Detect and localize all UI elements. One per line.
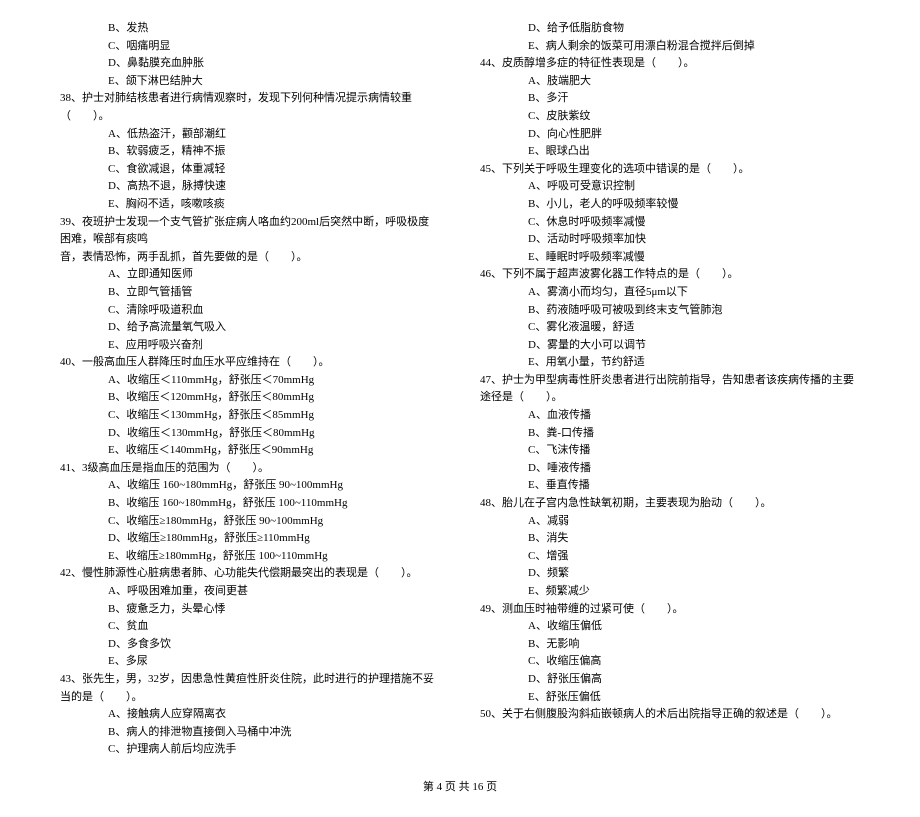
- question-stem: 40、一般高血压人群降压时血压水平应维持在（ ）。: [60, 354, 440, 372]
- option-text: D、舒张压偏高: [480, 671, 860, 689]
- question-stem: 49、测血压时袖带缠的过紧可使（ ）。: [480, 601, 860, 619]
- option-text: A、呼吸可受意识控制: [480, 178, 860, 196]
- option-text: B、无影响: [480, 636, 860, 654]
- option-text: C、收缩压偏高: [480, 653, 860, 671]
- option-text: D、多食多饮: [60, 636, 440, 654]
- option-text: A、接触病人应穿隔离衣: [60, 706, 440, 724]
- option-text: A、低热盗汗，颧部潮红: [60, 126, 440, 144]
- question-stem: 47、护士为甲型病毒性肝炎患者进行出院前指导，告知患者该疾病传播的主要途径是（ …: [480, 372, 860, 407]
- option-text: A、收缩压偏低: [480, 618, 860, 636]
- option-text: C、休息时呼吸频率减慢: [480, 214, 860, 232]
- option-text: C、食欲减退，体重减轻: [60, 161, 440, 179]
- option-text: B、粪-口传播: [480, 425, 860, 443]
- option-text: A、肢端肥大: [480, 73, 860, 91]
- right-column: D、给予低脂肪食物 E、病人剩余的饭菜可用漂白粉混合搅拌后倒掉 44、皮质醇增多…: [480, 20, 860, 759]
- question-stem: 41、3级高血压是指血压的范围为（ ）。: [60, 460, 440, 478]
- option-text: E、频繁减少: [480, 583, 860, 601]
- option-text: D、频繁: [480, 565, 860, 583]
- option-text: D、收缩压＜130mmHg，舒张压＜80mmHg: [60, 425, 440, 443]
- option-text: C、咽痛明显: [60, 38, 440, 56]
- question-stem: 46、下列不属于超声波雾化器工作特点的是（ ）。: [480, 266, 860, 284]
- question-stem: 44、皮质醇增多症的特征性表现是（ ）。: [480, 55, 860, 73]
- two-column-layout: B、发热 C、咽痛明显 D、鼻黏膜充血肿胀 E、颌下淋巴结肿大 38、护士对肺结…: [60, 20, 860, 759]
- option-text: B、软弱疲乏，精神不振: [60, 143, 440, 161]
- option-text: A、呼吸困难加重，夜间更甚: [60, 583, 440, 601]
- option-text: E、垂直传播: [480, 477, 860, 495]
- option-text: C、收缩压≥180mmHg，舒张压 90~100mmHg: [60, 513, 440, 531]
- option-text: A、雾滴小而均匀，直径5μm以下: [480, 284, 860, 302]
- option-text: C、雾化液温暖，舒适: [480, 319, 860, 337]
- option-text: D、雾量的大小可以调节: [480, 337, 860, 355]
- option-text: E、收缩压≥180mmHg，舒张压 100~110mmHg: [60, 548, 440, 566]
- left-column: B、发热 C、咽痛明显 D、鼻黏膜充血肿胀 E、颌下淋巴结肿大 38、护士对肺结…: [60, 20, 440, 759]
- option-text: A、血液传播: [480, 407, 860, 425]
- question-stem: 50、关于右侧腹股沟斜疝嵌顿病人的术后出院指导正确的叙述是（ ）。: [480, 706, 860, 724]
- option-text: D、活动时呼吸频率加快: [480, 231, 860, 249]
- option-text: C、贫血: [60, 618, 440, 636]
- option-text: D、给予低脂肪食物: [480, 20, 860, 38]
- option-text: D、高热不退，脉搏快速: [60, 178, 440, 196]
- option-text: B、收缩压 160~180mmHg，舒张压 100~110mmHg: [60, 495, 440, 513]
- option-text: E、舒张压偏低: [480, 689, 860, 707]
- option-text: D、唾液传播: [480, 460, 860, 478]
- option-text: C、增强: [480, 548, 860, 566]
- option-text: A、减弱: [480, 513, 860, 531]
- option-text: E、应用呼吸兴奋剂: [60, 337, 440, 355]
- option-text: E、多尿: [60, 653, 440, 671]
- option-text: D、向心性肥胖: [480, 126, 860, 144]
- option-text: C、清除呼吸道积血: [60, 302, 440, 320]
- option-text: B、小儿，老人的呼吸频率较慢: [480, 196, 860, 214]
- option-text: D、收缩压≥180mmHg，舒张压≥110mmHg: [60, 530, 440, 548]
- option-text: E、胸闷不适，咳嗽咳痰: [60, 196, 440, 214]
- option-text: C、收缩压＜130mmHg，舒张压＜85mmHg: [60, 407, 440, 425]
- option-text: B、发热: [60, 20, 440, 38]
- option-text: E、用氧小量，节约舒适: [480, 354, 860, 372]
- question-stem: 45、下列关于呼吸生理变化的选项中错误的是（ ）。: [480, 161, 860, 179]
- option-text: B、消失: [480, 530, 860, 548]
- option-text: E、收缩压＜140mmHg，舒张压＜90mmHg: [60, 442, 440, 460]
- option-text: B、疲惫乏力，头晕心悸: [60, 601, 440, 619]
- question-stem-cont: 音，表情恐怖，两手乱抓，首先要做的是（ ）。: [60, 249, 440, 267]
- option-text: C、皮肤紫纹: [480, 108, 860, 126]
- question-stem: 39、夜班护士发现一个支气管扩张症病人咯血约200ml后突然中断，呼吸极度困难，…: [60, 214, 440, 249]
- option-text: A、立即通知医师: [60, 266, 440, 284]
- option-text: C、飞沫传播: [480, 442, 860, 460]
- option-text: B、药液随呼吸可被吸到终末支气管肺泡: [480, 302, 860, 320]
- option-text: D、给予高流量氧气吸入: [60, 319, 440, 337]
- option-text: B、立即气管插管: [60, 284, 440, 302]
- question-stem: 48、胎儿在子宫内急性缺氧初期，主要表现为胎动（ ）。: [480, 495, 860, 513]
- option-text: D、鼻黏膜充血肿胀: [60, 55, 440, 73]
- option-text: B、多汗: [480, 90, 860, 108]
- option-text: C、护理病人前后均应洗手: [60, 741, 440, 759]
- option-text: E、颌下淋巴结肿大: [60, 73, 440, 91]
- page-footer: 第 4 页 共 16 页: [60, 779, 860, 797]
- question-stem: 38、护士对肺结核患者进行病情观察时，发现下列何种情况提示病情较重（ ）。: [60, 90, 440, 125]
- option-text: A、收缩压＜110mmHg，舒张压＜70mmHg: [60, 372, 440, 390]
- option-text: E、眼球凸出: [480, 143, 860, 161]
- option-text: B、病人的排泄物直接倒入马桶中冲洗: [60, 724, 440, 742]
- question-stem: 43、张先生，男，32岁，因患急性黄疸性肝炎住院，此时进行的护理措施不妥当的是（…: [60, 671, 440, 706]
- option-text: B、收缩压＜120mmHg，舒张压＜80mmHg: [60, 389, 440, 407]
- option-text: E、睡眠时呼吸频率减慢: [480, 249, 860, 267]
- option-text: A、收缩压 160~180mmHg，舒张压 90~100mmHg: [60, 477, 440, 495]
- option-text: E、病人剩余的饭菜可用漂白粉混合搅拌后倒掉: [480, 38, 860, 56]
- question-stem: 42、慢性肺源性心脏病患者肺、心功能失代偿期最突出的表现是（ ）。: [60, 565, 440, 583]
